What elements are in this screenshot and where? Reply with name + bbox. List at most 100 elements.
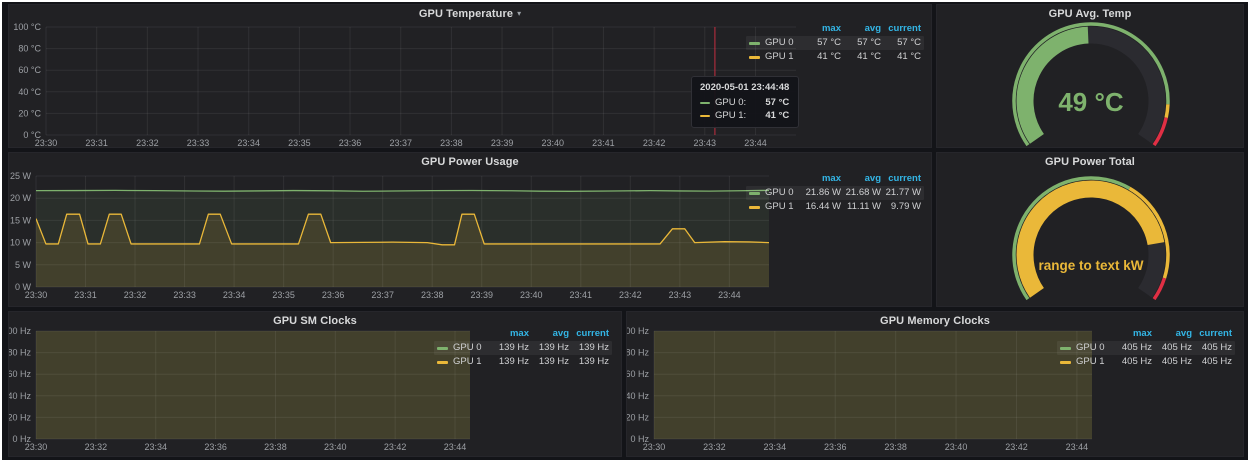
- legend-value: 139 Hz: [569, 357, 609, 367]
- x-tick-label: 23:42: [619, 290, 642, 300]
- x-tick-label: 23:43: [669, 290, 692, 300]
- x-tick-label: 23:41: [592, 138, 615, 148]
- x-tick-label: 23:33: [173, 290, 196, 300]
- legend-header-max[interactable]: max: [489, 329, 529, 339]
- panel-title-gpu-power-usage[interactable]: GPU Power Usage: [421, 156, 518, 168]
- legend-series-name: GPU 1: [749, 202, 801, 212]
- legend-row[interactable]: GPU 116.44 W11.11 W9.79 W: [746, 200, 924, 214]
- series-color-dash: [700, 115, 710, 117]
- panel-header: GPU Avg. Temp: [937, 5, 1243, 22]
- legend-header-current[interactable]: current: [881, 24, 921, 34]
- series-color-dash: [749, 206, 760, 209]
- legend-row[interactable]: GPU 1405 Hz405 Hz405 Hz: [1057, 355, 1235, 369]
- x-tick-label: 23:39: [470, 290, 493, 300]
- legend-row[interactable]: GPU 141 °C41 °C41 °C: [746, 50, 924, 64]
- x-tick-label: 23:31: [74, 290, 97, 300]
- tooltip-value: 41 °C: [751, 110, 789, 121]
- legend-header-row: maxavgcurrent: [746, 23, 924, 35]
- y-tick-label: 40 °C: [18, 87, 41, 97]
- tooltip-series-row: GPU 0:57 °C: [700, 97, 789, 108]
- legend-value: 21.86 W: [801, 188, 841, 198]
- series-color-dash: [700, 102, 710, 104]
- legend-value: 57 °C: [881, 38, 921, 48]
- gauge-value-text: range to text kW: [1038, 258, 1143, 273]
- legend-header-current[interactable]: current: [569, 329, 609, 339]
- legend-header-avg[interactable]: avg: [841, 174, 881, 184]
- panel-title-gpu-avg-temp[interactable]: GPU Avg. Temp: [1049, 8, 1132, 20]
- series-color-dash: [437, 361, 448, 364]
- panel-gpu-sm-clocks: GPU SM Clocks 100 Hz80 Hz60 Hz40 Hz20 Hz…: [8, 311, 622, 457]
- legend-header-avg[interactable]: avg: [529, 329, 569, 339]
- legend-header-max[interactable]: max: [1112, 329, 1152, 339]
- gpu-sm-clocks-chart[interactable]: 100 Hz80 Hz60 Hz40 Hz20 Hz0 Hz23:3023:32…: [9, 312, 621, 456]
- legend-header-max[interactable]: max: [801, 24, 841, 34]
- panel-gpu-power-total: GPU Power Total range to text kW: [936, 152, 1244, 307]
- panel-title-gpu-memory-clocks[interactable]: GPU Memory Clocks: [880, 315, 990, 327]
- panel-header: GPU Temperature ▾: [9, 5, 931, 22]
- x-tick-label: 23:30: [25, 442, 48, 452]
- legend-header-avg[interactable]: avg: [841, 24, 881, 34]
- legend-row[interactable]: GPU 057 °C57 °C57 °C: [746, 36, 924, 50]
- legend-value: 21.77 W: [881, 188, 921, 198]
- x-tick-label: 23:37: [389, 138, 412, 148]
- legend-value: 41 °C: [841, 52, 881, 62]
- tooltip-timestamp: 2020-05-01 23:44:48: [700, 82, 789, 93]
- gauge-value-text: 49 °C: [1058, 87, 1124, 117]
- legend-header-max[interactable]: max: [801, 174, 841, 184]
- panel-header: GPU Power Total: [937, 153, 1243, 170]
- x-tick-label: 23:32: [124, 290, 147, 300]
- legend-value: 41 °C: [801, 52, 841, 62]
- x-tick-label: 23:32: [136, 138, 159, 148]
- panel-header: GPU SM Clocks: [9, 312, 621, 329]
- legend-value: 9.79 W: [881, 202, 921, 212]
- legend-value: 139 Hz: [569, 343, 609, 353]
- legend-value: 405 Hz: [1152, 357, 1192, 367]
- legend-value: 405 Hz: [1192, 343, 1232, 353]
- legend-value: 11.11 W: [841, 202, 881, 212]
- y-tick-label: 5 W: [15, 260, 32, 270]
- x-tick-label: 23:40: [324, 442, 347, 452]
- legend-header-row: maxavgcurrent: [434, 328, 612, 340]
- chart-legend: maxavgcurrentGPU 0139 Hz139 Hz139 HzGPU …: [434, 328, 612, 369]
- panel-title-gpu-sm-clocks[interactable]: GPU SM Clocks: [273, 315, 357, 327]
- x-tick-label: 23:40: [945, 442, 968, 452]
- x-tick-label: 23:34: [764, 442, 787, 452]
- x-tick-label: 23:36: [322, 290, 345, 300]
- x-tick-label: 23:35: [272, 290, 295, 300]
- x-tick-label: 23:37: [371, 290, 394, 300]
- legend-value: 139 Hz: [529, 343, 569, 353]
- legend-row[interactable]: GPU 0139 Hz139 Hz139 Hz: [434, 341, 612, 355]
- legend-header-current[interactable]: current: [881, 174, 921, 184]
- panel-title-gpu-power-total[interactable]: GPU Power Total: [1045, 156, 1135, 168]
- panel-title-gpu-temperature[interactable]: GPU Temperature: [419, 8, 513, 20]
- legend-series-name: GPU 0: [1060, 343, 1112, 353]
- x-tick-label: 23:36: [339, 138, 362, 148]
- y-tick-label: 80 Hz: [9, 348, 31, 358]
- x-tick-label: 23:36: [204, 442, 227, 452]
- y-tick-label: 40 Hz: [627, 391, 649, 401]
- x-tick-label: 23:35: [288, 138, 311, 148]
- legend-row[interactable]: GPU 0405 Hz405 Hz405 Hz: [1057, 341, 1235, 355]
- y-tick-label: 20 W: [10, 193, 32, 203]
- chart-tooltip: 2020-05-01 23:44:48GPU 0:57 °CGPU 1:41 °…: [691, 76, 799, 128]
- legend-row[interactable]: GPU 1139 Hz139 Hz139 Hz: [434, 355, 612, 369]
- series-color-dash: [749, 192, 760, 195]
- y-tick-label: 15 W: [10, 215, 32, 225]
- legend-series-name: GPU 1: [749, 52, 801, 62]
- x-tick-label: 23:38: [421, 290, 444, 300]
- gpu-memory-clocks-chart[interactable]: 100 Hz80 Hz60 Hz40 Hz20 Hz0 Hz23:3023:32…: [627, 312, 1243, 456]
- gpu-power-usage-chart[interactable]: 25 W20 W15 W10 W5 W0 W23:3023:3123:3223:…: [9, 153, 931, 306]
- x-tick-label: 23:31: [85, 138, 108, 148]
- tooltip-value: 57 °C: [751, 97, 789, 108]
- x-tick-label: 23:34: [223, 290, 246, 300]
- x-tick-label: 23:34: [144, 442, 167, 452]
- legend-header-avg[interactable]: avg: [1152, 329, 1192, 339]
- chevron-down-icon[interactable]: ▾: [517, 10, 521, 18]
- x-tick-label: 23:36: [824, 442, 847, 452]
- x-tick-label: 23:44: [1066, 442, 1089, 452]
- x-tick-label: 23:30: [25, 290, 48, 300]
- legend-header-current[interactable]: current: [1192, 329, 1232, 339]
- legend-row[interactable]: GPU 021.86 W21.68 W21.77 W: [746, 186, 924, 200]
- legend-series-name: GPU 1: [1060, 357, 1112, 367]
- gpu-temperature-chart[interactable]: 100 °C80 °C60 °C40 °C20 °C0 °C23:3023:31…: [9, 5, 931, 147]
